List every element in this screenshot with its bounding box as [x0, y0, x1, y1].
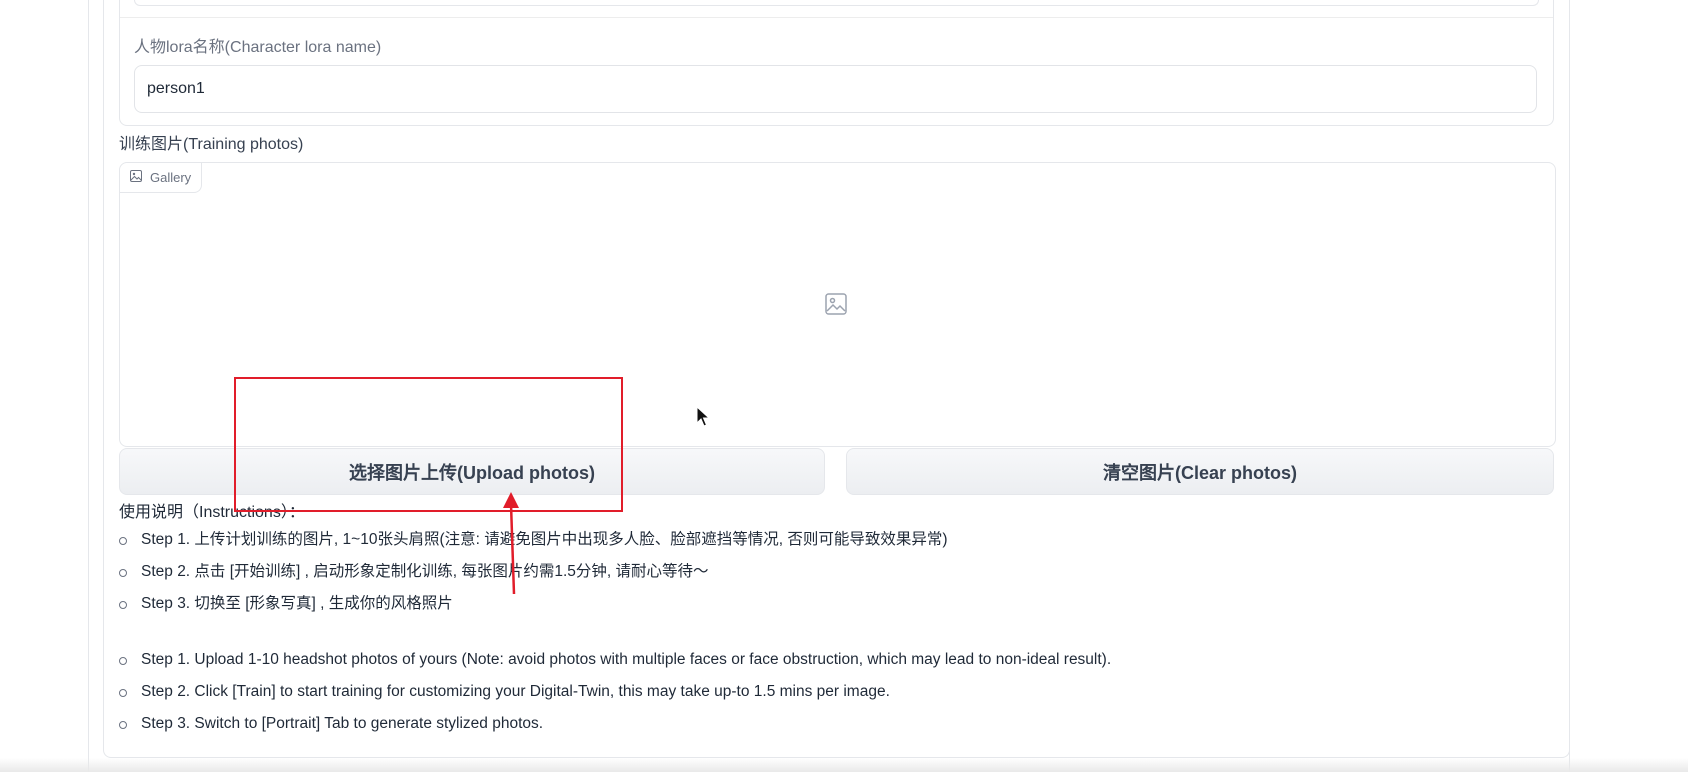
lora-name-input[interactable] [134, 65, 1537, 113]
training-photos-label: 训练图片(Training photos) [119, 136, 304, 153]
list-item: Step 3. 切换至 [形象写真] , 生成你的风格照片 [119, 588, 948, 620]
instructions-title: 使用说明（Instructions）： [119, 504, 305, 521]
list-item: Step 1. Upload 1-10 headshot photos of y… [119, 644, 1111, 676]
image-icon [130, 170, 142, 185]
lora-name-label: 人物lora名称(Character lora name) [134, 39, 382, 56]
gallery-tag-label: Gallery [150, 170, 192, 185]
clear-photos-button[interactable]: 清空图片(Clear photos) [846, 448, 1554, 495]
image-placeholder-icon [825, 293, 847, 315]
list-item: Step 2. 点击 [开始训练] , 启动形象定制化训练, 每张图片约需1.5… [119, 556, 948, 588]
list-item: Step 2. Click [Train] to start training … [119, 676, 1111, 708]
training-photos-gallery[interactable]: Gallery [119, 162, 1556, 447]
gallery-tag: Gallery [120, 163, 203, 193]
list-item: Step 3. Switch to [Portrait] Tab to gene… [119, 708, 1111, 740]
divider [120, 17, 1553, 18]
list-item: Step 1. 上传计划训练的图片, 1~10张头肩照(注意: 请避免图片中出现… [119, 524, 948, 556]
instructions-list-en: Step 1. Upload 1-10 headshot photos of y… [119, 644, 1111, 740]
previous-input-edge [134, 0, 1539, 6]
mouse-cursor-icon [696, 406, 710, 427]
upload-photos-button[interactable]: 选择图片上传(Upload photos) [119, 448, 825, 495]
instructions-list-cn: Step 1. 上传计划训练的图片, 1~10张头肩照(注意: 请避免图片中出现… [119, 524, 948, 620]
lora-card: 人物lora名称(Character lora name) [119, 0, 1554, 126]
bottom-shadow [0, 758, 1688, 772]
